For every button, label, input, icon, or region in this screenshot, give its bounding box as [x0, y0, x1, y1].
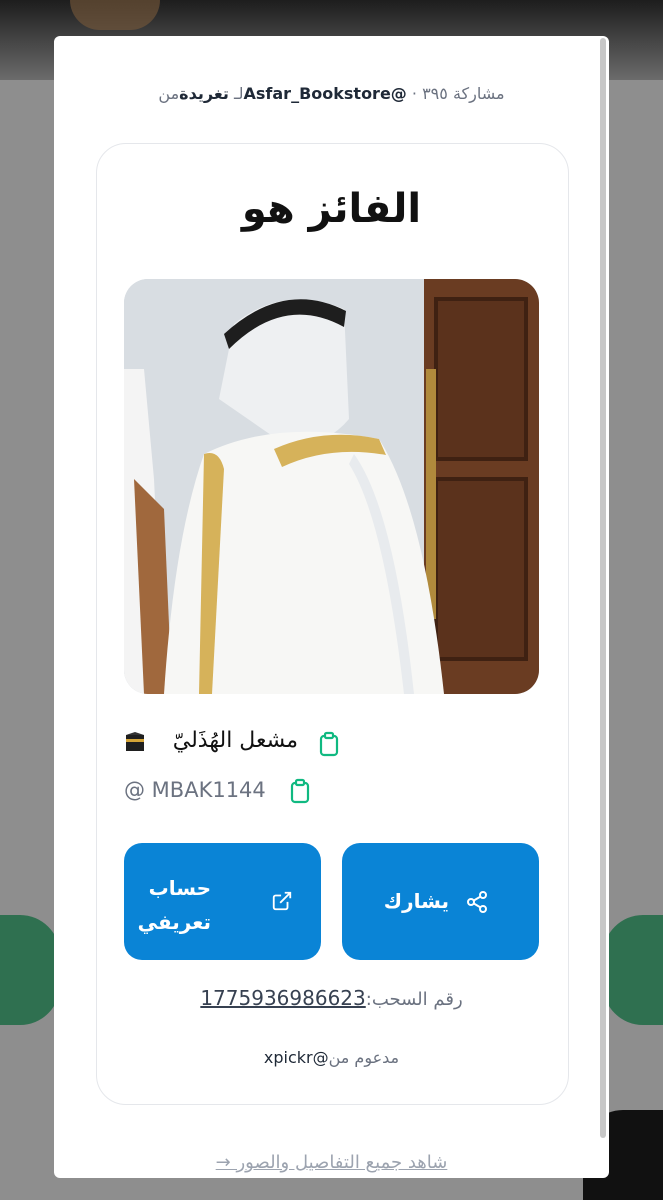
powered-by-line: مدعوم من@xpickr [96, 1048, 567, 1067]
winner-title: الفائز هو [241, 186, 422, 232]
powered-by-label: مدعوم من [328, 1048, 400, 1067]
winner-name: مشعل الهُذَليّ [172, 728, 298, 753]
shares-count: ٣٩٥ [422, 84, 448, 103]
powered-by-account[interactable]: @xpickr [264, 1048, 329, 1067]
profile-button[interactable]: حساب تعريفي [124, 843, 321, 960]
tweet-label: تغريدة [179, 84, 229, 103]
share-button-label: يشارك [383, 889, 449, 913]
scrollbar[interactable] [600, 38, 606, 1138]
external-link-icon [271, 890, 293, 916]
winner-photo [124, 279, 539, 694]
view-details-link[interactable]: شاهد جميع التفاصيل والصور → [54, 1152, 609, 1173]
share-button[interactable]: يشارك [342, 843, 539, 960]
tweet-info: مشاركة ٣٩٥ · @Asfar_Bookstoreلـ تغريدةمن [158, 84, 505, 103]
copy-name-icon[interactable] [317, 731, 341, 761]
copy-handle-icon[interactable] [288, 778, 312, 808]
backdrop-button-right [603, 915, 663, 1025]
profile-button-label: حساب تعريفي [137, 876, 211, 934]
account-link[interactable]: @Asfar_Bookstore [244, 84, 407, 103]
for-label: لـ [233, 84, 244, 103]
share-icon [465, 890, 489, 918]
draw-number-line: رقم السحب:1775936986623 [96, 986, 567, 1010]
draw-number-label: رقم السحب: [365, 989, 463, 1010]
kaaba-icon [124, 731, 146, 759]
shares-label: مشاركة [452, 84, 505, 103]
from-label: من [158, 84, 180, 103]
winner-name-row: مشعل الهُذَليّ [124, 728, 344, 762]
draw-number[interactable]: 1775936986623 [200, 986, 365, 1010]
winner-handle: @ MBAK1144 [124, 778, 266, 802]
backdrop-button-left [0, 915, 60, 1025]
